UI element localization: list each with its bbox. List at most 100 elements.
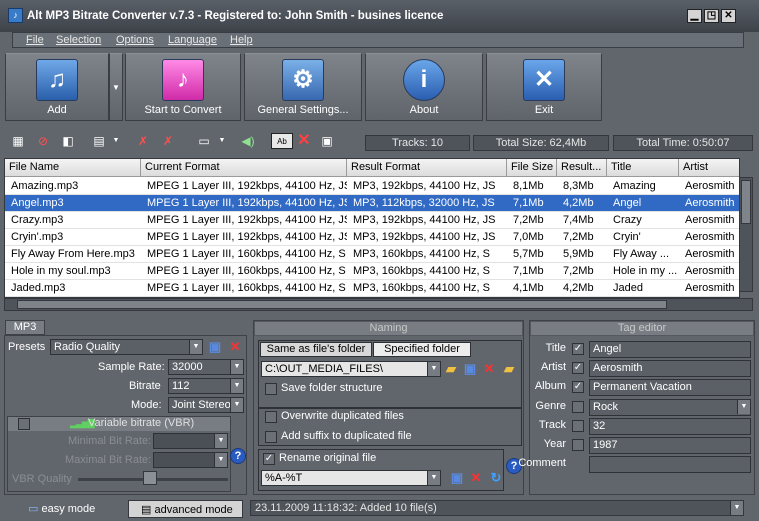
easy-mode-tab[interactable]: ▭ easy mode <box>28 500 95 518</box>
invert-selection-icon[interactable]: ◧ <box>60 133 76 149</box>
table-horizontal-scrollbar[interactable] <box>4 298 753 311</box>
cell-current-format: MPEG 1 Layer III, 192kbps, 44100 Hz, JS <box>147 214 347 226</box>
minimize-icon[interactable]: ▁ <box>687 9 702 23</box>
cell-title: Cryin' <box>613 231 641 243</box>
rename-checkbox[interactable]: ✓ <box>263 453 275 465</box>
window-title: Alt MP3 Bitrate Converter v.7.3 - Regist… <box>27 10 444 22</box>
tab-same-folder[interactable]: Same as file's folder <box>260 342 372 357</box>
save-structure-checkbox[interactable] <box>265 383 277 395</box>
select-all-icon[interactable]: ▦ <box>10 133 26 149</box>
add-suffix-checkbox[interactable] <box>265 431 277 443</box>
table-row[interactable]: Angel.mp3 MPEG 1 Layer III, 192kbps, 4410… <box>5 195 739 212</box>
open-folder-icon[interactable]: ▰ <box>501 361 517 377</box>
col-result-format[interactable]: Result Format <box>347 159 507 177</box>
menu-file[interactable]: File <box>26 34 44 46</box>
tab-specified-folder[interactable]: Specified folder <box>373 342 471 357</box>
col-title[interactable]: Title <box>607 159 679 177</box>
tab-mp3[interactable]: MP3 <box>5 320 45 335</box>
deselect-icon[interactable]: ⊘ <box>35 133 51 149</box>
tag-checkbox-title[interactable]: ✓ <box>572 343 584 355</box>
table-row[interactable]: Jaded.mp3 MPEG 1 Layer III, 160kbps, 4410… <box>5 280 739 297</box>
col-file-name[interactable]: File Name <box>5 159 141 177</box>
select-by-icon[interactable]: ▤ <box>91 133 107 149</box>
general-settings-button[interactable]: ⚙ General Settings... <box>244 53 362 121</box>
col-artist[interactable]: Artist <box>679 159 739 177</box>
select-by-dropdown-icon[interactable]: ▼ <box>108 133 124 149</box>
view-icon[interactable]: ▭ <box>196 133 212 149</box>
tag-checkbox-year[interactable] <box>572 439 584 451</box>
delete-folder-icon[interactable]: ✕ <box>481 361 497 377</box>
exit-icon: ✕ <box>523 59 565 101</box>
tag-field-title[interactable]: Angel <box>589 341 751 358</box>
table-row[interactable]: Crazy.mp3 MPEG 1 Layer III, 192kbps, 4410… <box>5 212 739 229</box>
tag-label-genre: Genre <box>535 399 566 412</box>
delete-pattern-icon[interactable]: ✕ <box>468 470 484 486</box>
rename-label: Rename original file <box>279 452 377 464</box>
table-row[interactable]: Fly Away From Here.mp3 MPEG 1 Layer III, … <box>5 246 739 263</box>
add-button[interactable]: ♫ Add <box>5 53 109 121</box>
add-dropdown-icon[interactable]: ▼ <box>109 53 123 121</box>
tag-field-artist[interactable]: Aerosmith <box>589 360 751 378</box>
menu-options[interactable]: Options <box>116 34 154 46</box>
sample-rate-select[interactable]: 32000 ▼ <box>168 359 244 375</box>
view-dropdown-icon[interactable]: ▼ <box>214 133 230 149</box>
maximize-icon[interactable]: ◳ <box>704 9 719 23</box>
save-folder-icon[interactable]: ▣ <box>462 361 478 377</box>
table-row[interactable]: Amazing.mp3 MPEG 1 Layer III, 192kbps, 44… <box>5 178 739 195</box>
play-icon[interactable]: ◀) <box>240 133 256 149</box>
table-row[interactable]: Cryin'.mp3 MPEG 1 Layer III, 192kbps, 441… <box>5 229 739 246</box>
chevron-down-icon[interactable]: ▼ <box>730 501 743 515</box>
overwrite-checkbox[interactable] <box>265 411 277 423</box>
rename-pattern-select[interactable]: %A-%T ▼ <box>261 470 441 486</box>
clipboard-icon[interactable]: ▣ <box>319 133 335 149</box>
mode-select[interactable]: Joint Stereo ▼ <box>168 397 244 413</box>
menu-help[interactable]: Help <box>230 34 253 46</box>
total-size: Total Size: 62,4Mb <box>473 135 609 151</box>
exit-button[interactable]: ✕ Exit <box>486 53 602 121</box>
col-result-size[interactable]: Result... <box>557 159 607 177</box>
min-bitrate-select[interactable]: ▼ <box>153 433 228 449</box>
tag-field-comment[interactable] <box>589 456 751 474</box>
clear-icon[interactable]: ✕ <box>296 133 312 149</box>
tag-checkbox-album[interactable]: ✓ <box>572 381 584 394</box>
start-convert-button[interactable]: ♪ Start to Convert <box>125 53 241 121</box>
save-pattern-icon[interactable]: ▣ <box>449 470 465 486</box>
close-icon[interactable]: ✕ <box>721 9 736 23</box>
app-icon: ♪ <box>8 8 23 23</box>
vbr-checkbox[interactable] <box>18 418 30 430</box>
tag-field-track[interactable]: 32 <box>589 417 751 435</box>
delete-preset-icon[interactable]: ✕ <box>227 339 243 355</box>
tag-field-year[interactable]: 1987 <box>589 437 751 454</box>
remove-selected-icon[interactable]: ✗ <box>135 133 151 149</box>
tag-value-track: 32 <box>593 419 606 432</box>
presets-select[interactable]: Radio Quality ▼ <box>50 339 203 355</box>
advanced-mode-label: advanced mode <box>154 504 233 516</box>
menu-language[interactable]: Language <box>168 34 217 46</box>
tag-checkbox-artist[interactable]: ✓ <box>572 362 584 375</box>
menu-selection[interactable]: Selection <box>56 34 101 46</box>
bitrate-select[interactable]: 112 ▼ <box>168 378 244 394</box>
save-preset-icon[interactable]: ▣ <box>207 339 223 355</box>
max-bitrate-select[interactable]: ▼ <box>153 452 228 468</box>
vbr-quality-thumb[interactable] <box>143 471 157 485</box>
output-folder-select[interactable]: C:\OUT_MEDIA_FILES\ ▼ <box>261 361 441 377</box>
file-table[interactable]: File Name Current Format Result Format F… <box>4 158 740 298</box>
tag-checkbox-track[interactable] <box>572 419 584 432</box>
chevron-down-icon: ▼ <box>214 434 227 448</box>
tag-edit-icon[interactable]: Ab <box>271 133 293 149</box>
tag-field-album[interactable]: Permanent Vacation <box>589 379 751 397</box>
help-icon[interactable]: ? <box>230 448 246 464</box>
col-file-size[interactable]: File Size <box>507 159 557 177</box>
col-current-format[interactable]: Current Format <box>141 159 347 177</box>
table-row[interactable]: Hole in my soul.mp3 MPEG 1 Layer III, 160… <box>5 263 739 280</box>
browse-folder-icon[interactable]: ▰ <box>443 361 459 377</box>
table-vertical-scrollbar[interactable] <box>739 177 753 292</box>
tag-field-genre[interactable]: Rock ▼ <box>589 398 751 416</box>
monitor-icon: ▭ <box>28 503 39 515</box>
advanced-mode-tab[interactable]: ▤ advanced mode <box>128 500 243 518</box>
refresh-icon[interactable]: ↻ <box>488 470 504 486</box>
tag-checkbox-genre[interactable] <box>572 400 584 413</box>
about-button[interactable]: i About <box>365 53 483 121</box>
remove-all-icon[interactable]: ✗ <box>160 133 176 149</box>
vbr-group: ▂▃▅▇ Variable bitrate (VBR) Minimal Bit … <box>7 416 231 492</box>
